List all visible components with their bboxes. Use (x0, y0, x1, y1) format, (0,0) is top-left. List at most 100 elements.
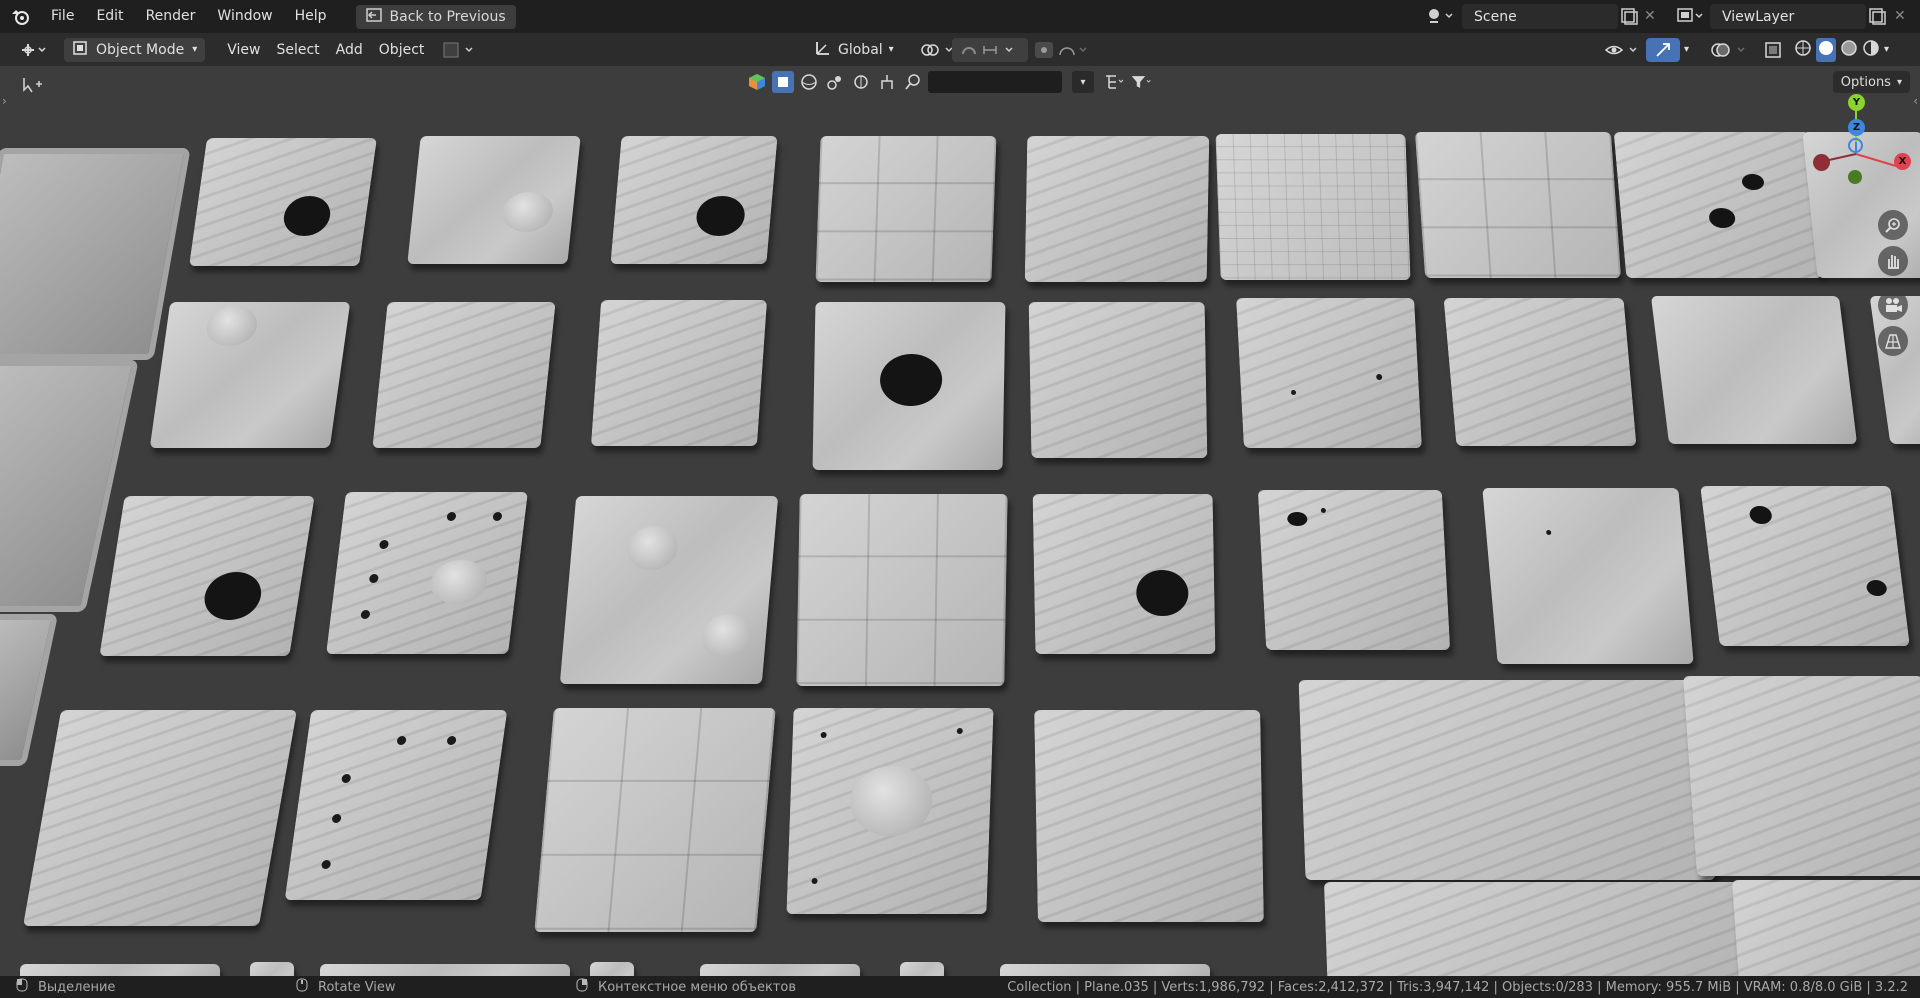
cloth-tile[interactable] (407, 136, 581, 264)
proportional-icon[interactable] (1026, 38, 1100, 62)
cloth-tile[interactable] (1215, 134, 1411, 280)
cloth-tile[interactable] (796, 494, 1008, 686)
search-dropdown-icon[interactable]: ▾ (1072, 71, 1094, 93)
sphere-filter-icon[interactable] (798, 71, 820, 93)
wireframe-shading-icon[interactable] (1794, 39, 1812, 61)
menu-view[interactable]: View (219, 38, 268, 62)
hierarchy-icon[interactable] (1104, 71, 1126, 93)
cloth-tile[interactable] (590, 300, 768, 446)
cloth-tile[interactable] (1482, 488, 1694, 664)
material-shading-icon[interactable] (1840, 39, 1858, 61)
new-viewlayer-icon[interactable] (1866, 6, 1888, 30)
blender-logo-icon[interactable] (10, 6, 32, 28)
cloth-tile[interactable] (1034, 710, 1264, 922)
gizmo-neg-x-axis[interactable] (1813, 154, 1830, 171)
cloth-tile[interactable] (372, 302, 556, 448)
cloth-tile[interactable] (900, 962, 944, 976)
3d-viewport[interactable]: ▾ Options ▾ › ‹ Y Z X (0, 66, 1920, 976)
gizmo-neg-z-axis[interactable] (1848, 138, 1863, 153)
cloth-tile[interactable] (22, 710, 298, 926)
zoom-icon[interactable] (1878, 210, 1908, 240)
navigation-gizmo[interactable]: Y Z X (1810, 94, 1920, 184)
light-filter-icon[interactable] (850, 71, 872, 93)
cloth-tile[interactable] (284, 710, 508, 900)
cloth-tile[interactable] (1683, 676, 1920, 876)
hand-icon[interactable] (1878, 246, 1908, 276)
visibility-icon[interactable] (1596, 38, 1648, 62)
cloth-tile[interactable] (320, 964, 570, 976)
search-icon[interactable] (902, 71, 924, 93)
gizmo-x-axis[interactable]: X (1894, 153, 1911, 170)
gizmo-toggle-icon[interactable] (1646, 37, 1680, 62)
options-dropdown[interactable]: Options ▾ (1832, 71, 1910, 93)
select-mode-icon[interactable] (772, 71, 794, 93)
xray-icon[interactable] (1756, 38, 1790, 62)
cloth-tile[interactable] (786, 708, 994, 914)
cloth-tile[interactable] (1236, 298, 1422, 448)
cloth-tile[interactable] (1032, 494, 1216, 654)
toolbar-expand-icon[interactable]: › (2, 94, 7, 108)
cloth-tile[interactable] (590, 962, 634, 976)
cloth-tile[interactable] (250, 962, 294, 976)
cloth-tile[interactable] (20, 964, 220, 976)
cloth-tile[interactable] (1024, 136, 1210, 282)
menu-object[interactable]: Object (371, 38, 433, 62)
menu-window[interactable]: Window (206, 0, 283, 33)
frame-object[interactable] (0, 614, 59, 766)
cloth-tile[interactable] (1323, 882, 1749, 976)
cloth-tile[interactable] (326, 492, 528, 654)
transform-orientation-dropdown[interactable]: Global ▾ (806, 38, 902, 62)
menu-edit[interactable]: Edit (85, 0, 134, 33)
cloth-tile[interactable] (812, 302, 1006, 470)
grid-icon[interactable] (1878, 326, 1908, 356)
menu-select[interactable]: Select (268, 38, 327, 62)
cloth-tile[interactable] (1700, 486, 1910, 646)
cloth-tile[interactable] (1028, 302, 1208, 458)
color-palette-icon[interactable] (746, 71, 768, 93)
armature-filter-icon[interactable] (876, 71, 898, 93)
cloth-tile[interactable] (1731, 880, 1920, 976)
scene-selector[interactable]: Scene (1462, 4, 1618, 29)
menu-file[interactable]: File (40, 0, 85, 33)
cloth-tile[interactable] (700, 964, 860, 976)
editor-type-icon[interactable] (10, 38, 56, 62)
gizmo-z-axis[interactable]: Z (1848, 119, 1865, 136)
new-scene-icon[interactable] (1618, 6, 1640, 30)
gizmo-dropdown-icon[interactable]: ▾ (1676, 38, 1697, 62)
cloth-tile[interactable] (1613, 132, 1823, 278)
move-tool-icon[interactable] (20, 74, 44, 100)
cloth-tile[interactable] (534, 708, 776, 932)
menu-add[interactable]: Add (328, 38, 371, 62)
snap-icon[interactable] (952, 37, 1028, 62)
cloth-tile[interactable] (1000, 964, 1210, 976)
menu-help[interactable]: Help (284, 0, 338, 33)
cloth-tile[interactable] (559, 496, 779, 684)
cloth-tile[interactable] (1298, 680, 1716, 880)
solid-shading-icon[interactable] (1816, 37, 1836, 62)
cloth-tile[interactable] (1414, 132, 1622, 278)
close-scene-icon[interactable]: ✕ (1644, 8, 1656, 24)
gizmo-y-axis[interactable]: Y (1848, 94, 1865, 111)
cloth-tile[interactable] (610, 136, 778, 264)
camera-icon[interactable] (1878, 290, 1908, 320)
close-viewlayer-icon[interactable]: ✕ (1894, 8, 1906, 24)
scene-icon[interactable] (1426, 6, 1454, 30)
menu-render[interactable]: Render (135, 0, 207, 33)
cloth-tile[interactable] (1257, 490, 1451, 650)
gizmo-neg-y-axis[interactable] (1848, 170, 1862, 184)
cloth-tile[interactable] (149, 302, 351, 448)
cloth-tile[interactable] (189, 138, 377, 266)
cloth-tile[interactable] (1650, 296, 1858, 444)
outliner-search-input[interactable] (928, 71, 1062, 93)
back-to-previous-button[interactable]: Back to Previous (355, 4, 516, 29)
frame-object[interactable] (0, 148, 191, 360)
object-mode-dropdown[interactable]: Object Mode ▾ (64, 37, 206, 62)
viewlayer-icon[interactable] (1676, 6, 1704, 30)
cloth-tile[interactable] (1443, 298, 1637, 446)
rendered-shading-icon[interactable] (1862, 39, 1880, 61)
shading-dropdown-icon[interactable]: ▾ (1884, 44, 1889, 55)
filter-icon[interactable] (1130, 71, 1152, 93)
overlays-icon[interactable] (1702, 38, 1758, 62)
viewlayer-selector[interactable]: ViewLayer (1710, 4, 1866, 29)
particles-filter-icon[interactable] (824, 71, 846, 93)
